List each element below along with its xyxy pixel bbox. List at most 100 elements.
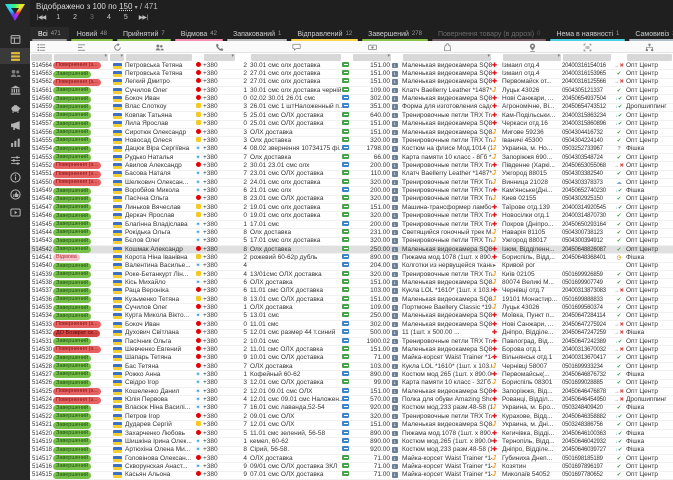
tab-Запакований[interactable]: Запакований 1 [225, 27, 289, 41]
cell-manager: Опт Центр [626, 153, 658, 161]
cell-order-id: 514564 [32, 62, 53, 69]
package-icon: 1 [392, 221, 398, 228]
delivered-check-icon: ✔ [616, 213, 622, 220]
page-button[interactable]: 2 [73, 14, 77, 21]
column-header-ttn[interactable] [562, 41, 612, 53]
tab-Відправлений[interactable]: Відправлений 12 [289, 27, 360, 41]
column-header-status[interactable] [53, 41, 109, 53]
column-header-delivery-address[interactable] [502, 41, 562, 53]
tab-Всі[interactable]: Всі 471 [30, 27, 69, 41]
carrier-up-icon: J [492, 362, 496, 370]
table-row[interactable]: 514515 Завершений Касьян Альона +380 9 07.01 … [30, 471, 673, 480]
column-header-spacer [236, 41, 250, 53]
cell-delivery-address: Бориспіль, Відд... [502, 253, 555, 261]
filter-input[interactable]: ▾ [353, 53, 391, 61]
column-header-payment[interactable] [352, 41, 392, 53]
carrier-np-icon: ✚ [492, 121, 498, 128]
cell-payment [342, 170, 352, 178]
first-page-button[interactable]: ∣◀◀ [36, 14, 46, 21]
cell-phone: +380 [203, 111, 218, 119]
column-header-manager[interactable] [626, 41, 673, 53]
filter-caret-icon[interactable]: ▾ [231, 53, 234, 59]
page-button[interactable]: 1 [56, 14, 60, 21]
cell-product: Майка-корсет Waist Trainer *142... [402, 454, 492, 462]
filter-caret-icon[interactable]: ▾ [487, 53, 490, 59]
cell-order-id: 514522 [32, 413, 53, 420]
cell-client-name: Корота Ніна Іванівна [125, 253, 188, 261]
filter-input[interactable]: ▾ [403, 53, 491, 61]
sync-icon [113, 42, 122, 52]
status-badge: Повернення (з... [53, 396, 101, 404]
cell-days: 1 [243, 304, 247, 312]
page-size-value[interactable]: 150 [119, 2, 132, 11]
filter-input[interactable] [31, 54, 52, 61]
sidebar-item-tutorial[interactable] [0, 204, 30, 220]
column-header-product[interactable] [402, 41, 492, 53]
page-button[interactable]: 4 [107, 14, 111, 21]
cell-comment: 27.01 смс олх доставка [250, 78, 321, 86]
sidebar-item-dashboard[interactable] [0, 31, 30, 47]
ukraine-flag-icon [112, 363, 122, 370]
cell-delivery-address: Новосілки отд.1 [502, 212, 550, 220]
filter-input[interactable]: ▾ [54, 53, 108, 61]
cell-ttn: 0504303382540 [562, 171, 603, 178]
sidebar-item-partners[interactable] [0, 187, 30, 203]
filter-input[interactable]: ▾ [110, 53, 124, 61]
cell-status: Завершений [53, 312, 109, 320]
filter-input[interactable] [126, 54, 192, 61]
tab-Повернення товару (в дорозі)[interactable]: Повернення товару (в дорозі) 0 [430, 27, 549, 41]
cell-phone: +380 [203, 454, 218, 462]
filter-input[interactable] [251, 54, 341, 61]
cell-status: Завершений [53, 338, 109, 346]
page-button[interactable]: 5 [124, 14, 128, 21]
sidebar-item-marketing[interactable] [0, 118, 30, 134]
cell-operator [193, 270, 203, 279]
column-header-phone[interactable] [203, 41, 236, 53]
filter-input[interactable]: ▾ [204, 53, 235, 61]
filter-input[interactable] [563, 54, 611, 61]
filter-caret-icon[interactable]: ▾ [104, 53, 107, 59]
sidebar-item-settings[interactable] [0, 152, 30, 168]
tab-Нема в наявності[interactable]: Нема в наявності 1 [548, 27, 627, 41]
column-header-clients[interactable] [125, 41, 193, 53]
carrier-up-icon: J [492, 153, 496, 161]
page-size-caret-icon[interactable]: ▾ [135, 5, 138, 11]
cell-payment [342, 462, 352, 471]
ukraine-flag-icon [112, 413, 122, 420]
tab-Відмова[interactable]: Відмова 42 [173, 27, 225, 41]
cell-product: Тренировочные петли TRX Train... [402, 220, 492, 228]
cell-ttn: 0501699888833 [562, 296, 603, 303]
cell-carrier: J [492, 237, 502, 245]
cell-manager: Фішка [626, 187, 645, 195]
cell-delivery-status: ↓✔ [612, 438, 626, 446]
column-header-order[interactable] [30, 41, 53, 53]
column-header-comment[interactable] [250, 41, 342, 53]
last-page-button[interactable]: ▶▶∣ [139, 14, 149, 21]
filter-input[interactable]: ▾ [503, 53, 561, 61]
tab-Завершений[interactable]: Завершений 278 [360, 27, 430, 41]
sidebar-item-clients[interactable] [0, 66, 30, 82]
cell-status: Завершений [53, 112, 109, 120]
sidebar-item-info[interactable] [0, 169, 30, 185]
filter-caret-icon[interactable]: ▾ [387, 53, 390, 59]
cell-carrier: J [492, 296, 502, 304]
tab-label: Всі [38, 30, 48, 38]
tab-Самовивіз[interactable]: Самовивіз2 [627, 27, 673, 41]
cell-product-icon: 1 [392, 463, 402, 471]
filter-caret-icon[interactable]: ▾ [120, 53, 123, 59]
column-header-sync[interactable] [109, 41, 125, 53]
cell-ttn: 20450647275924 [562, 321, 606, 328]
sidebar-item-orders[interactable] [0, 48, 30, 65]
cell-country [109, 455, 125, 462]
tab-Новий[interactable]: Новий 48 [69, 27, 115, 41]
filter-input[interactable] [627, 54, 672, 61]
filter-caret-icon[interactable]: ▾ [557, 53, 560, 59]
cell-status: Завершений [53, 229, 109, 237]
sidebar-item-finance[interactable] [0, 100, 30, 116]
cell-amount: 320.00 [370, 270, 390, 278]
sidebar-item-stats[interactable] [0, 135, 30, 151]
cell-ttn: 20450654937504 [562, 96, 606, 103]
page-button[interactable]: 3 [90, 14, 94, 21]
tab-Прийнятий[interactable]: Прийнятий 7 [115, 27, 173, 41]
sidebar-item-company[interactable] [0, 83, 30, 99]
